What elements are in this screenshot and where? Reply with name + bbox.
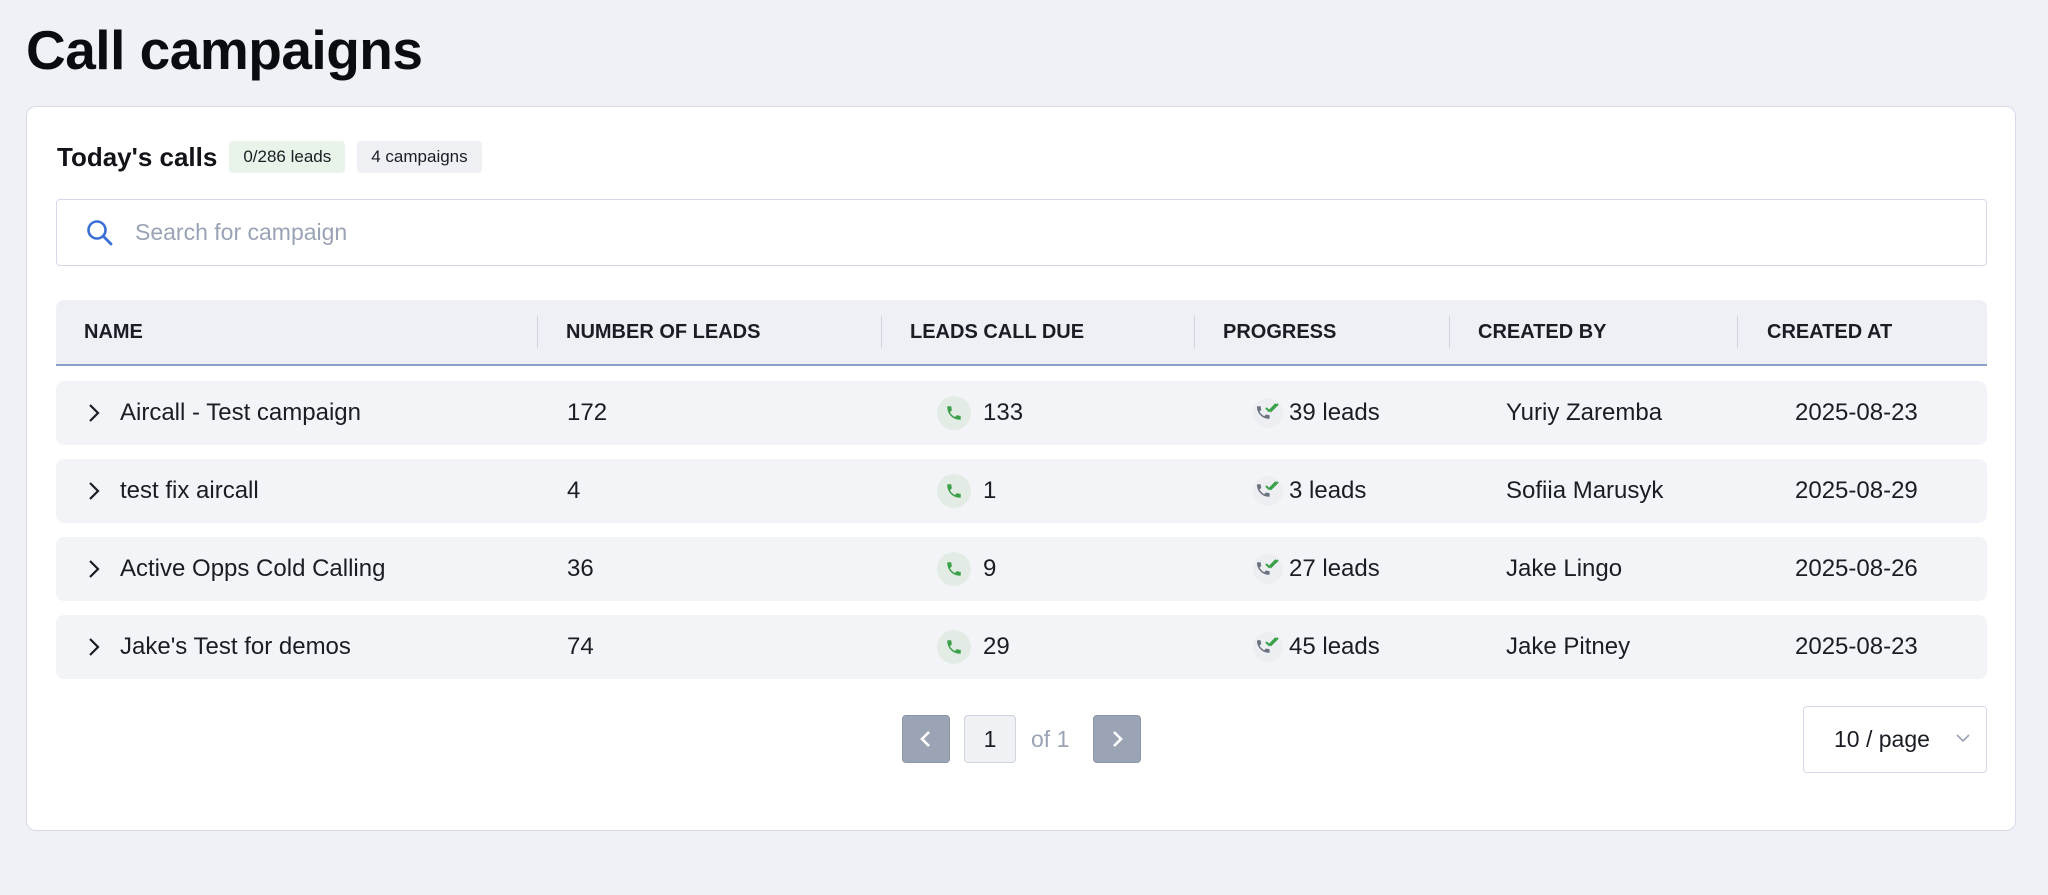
column-header-number-of-leads[interactable]: NUMBER OF LEADS <box>566 300 760 364</box>
card-header: Today's calls 0/286 leads 4 campaigns <box>57 141 482 173</box>
leads-call-due: 29 <box>983 633 1010 660</box>
leads-call-due-cell: 133 <box>937 381 1023 445</box>
created-by: Yuriy Zaremba <box>1506 399 1663 426</box>
created-by: Sofiia Marusyk <box>1506 477 1664 504</box>
row-name-cell: Aircall - Test campaign <box>86 381 361 445</box>
phone-icon <box>937 552 971 586</box>
campaign-name[interactable]: Aircall - Test campaign <box>120 399 361 427</box>
column-header-progress[interactable]: PROGRESS <box>1223 300 1336 364</box>
search-icon <box>87 219 113 245</box>
leads-call-due: 9 <box>983 555 997 582</box>
chevron-down-icon <box>1956 734 1970 743</box>
leads-call-due-cell: 29 <box>937 615 1010 679</box>
created-at: 2025-08-23 <box>1795 633 1918 660</box>
row-name-cell: Jake's Test for demos <box>86 615 351 679</box>
pagination: 1 of 1 <box>27 715 2015 763</box>
number-of-leads: 74 <box>567 633 594 660</box>
leads-call-due: 133 <box>983 399 1024 426</box>
row-name-cell: test fix aircall <box>86 459 259 523</box>
search-box[interactable] <box>56 199 1987 266</box>
chevron-right-icon[interactable] <box>86 636 102 658</box>
campaigns-card: Today's calls 0/286 leads 4 campaigns NA… <box>26 106 2016 831</box>
page-size-value: 10 / page <box>1834 726 1930 752</box>
row-name-cell: Active Opps Cold Calling <box>86 537 385 601</box>
progress-leads: 39 leads <box>1289 399 1380 426</box>
column-header-created-at[interactable]: CREATED AT <box>1767 300 1892 364</box>
prev-page-button[interactable] <box>902 715 950 763</box>
campaign-name[interactable]: Jake's Test for demos <box>120 633 351 661</box>
campaigns-badge: 4 campaigns <box>357 141 482 173</box>
phone-icon <box>937 396 971 430</box>
column-header-name[interactable]: NAME <box>84 300 143 364</box>
chevron-right-icon[interactable] <box>86 480 102 502</box>
phone-check-icon <box>1253 398 1283 428</box>
progress-cell: 45 leads <box>1253 615 1380 679</box>
created-at: 2025-08-26 <box>1795 555 1918 582</box>
page-title: Call campaigns <box>26 19 423 81</box>
progress-cell: 39 leads <box>1253 381 1380 445</box>
phone-check-icon <box>1253 632 1283 662</box>
created-at: 2025-08-23 <box>1795 399 1918 426</box>
table-header: NAME NUMBER OF LEADS LEADS CALL DUE PROG… <box>56 300 1987 366</box>
table-row[interactable]: Active Opps Cold Calling 36 9 27 leads J… <box>56 537 1987 601</box>
leads-call-due-cell: 9 <box>937 537 996 601</box>
chevron-right-icon[interactable] <box>86 402 102 424</box>
created-by: Jake Pitney <box>1506 633 1631 660</box>
column-header-leads-call-due[interactable]: LEADS CALL DUE <box>910 300 1084 364</box>
number-of-leads: 4 <box>567 477 581 504</box>
leads-badge: 0/286 leads <box>229 141 346 173</box>
page-size-select[interactable]: 10 / page <box>1803 706 1987 773</box>
phone-icon <box>937 474 971 508</box>
chevron-right-icon[interactable] <box>86 558 102 580</box>
card-title: Today's calls <box>57 141 218 172</box>
progress-leads: 3 leads <box>1289 477 1367 504</box>
progress-cell: 3 leads <box>1253 459 1366 523</box>
leads-call-due-cell: 1 <box>937 459 996 523</box>
phone-check-icon <box>1253 476 1283 506</box>
column-header-created-by[interactable]: CREATED BY <box>1478 300 1607 364</box>
progress-leads: 27 leads <box>1289 555 1380 582</box>
table-row[interactable]: Aircall - Test campaign 172 133 39 leads… <box>56 381 1987 445</box>
table-row[interactable]: test fix aircall 4 1 3 leads Sofiia Maru… <box>56 459 1987 523</box>
next-page-button[interactable] <box>1093 715 1141 763</box>
campaign-name[interactable]: test fix aircall <box>120 477 259 505</box>
campaign-name[interactable]: Active Opps Cold Calling <box>120 555 385 583</box>
current-page[interactable]: 1 <box>964 715 1016 763</box>
phone-check-icon <box>1253 554 1283 584</box>
leads-call-due: 1 <box>983 477 997 504</box>
progress-leads: 45 leads <box>1289 633 1380 660</box>
phone-icon <box>937 630 971 664</box>
page-count: of 1 <box>1031 725 1070 752</box>
number-of-leads: 36 <box>567 555 594 582</box>
progress-cell: 27 leads <box>1253 537 1380 601</box>
chevron-left-icon <box>920 731 930 747</box>
chevron-right-icon <box>1113 731 1123 747</box>
number-of-leads: 172 <box>567 399 608 426</box>
search-input[interactable] <box>135 219 1935 246</box>
table-row[interactable]: Jake's Test for demos 74 29 45 leads Jak… <box>56 615 1987 679</box>
created-at: 2025-08-29 <box>1795 477 1918 504</box>
created-by: Jake Lingo <box>1506 555 1623 582</box>
